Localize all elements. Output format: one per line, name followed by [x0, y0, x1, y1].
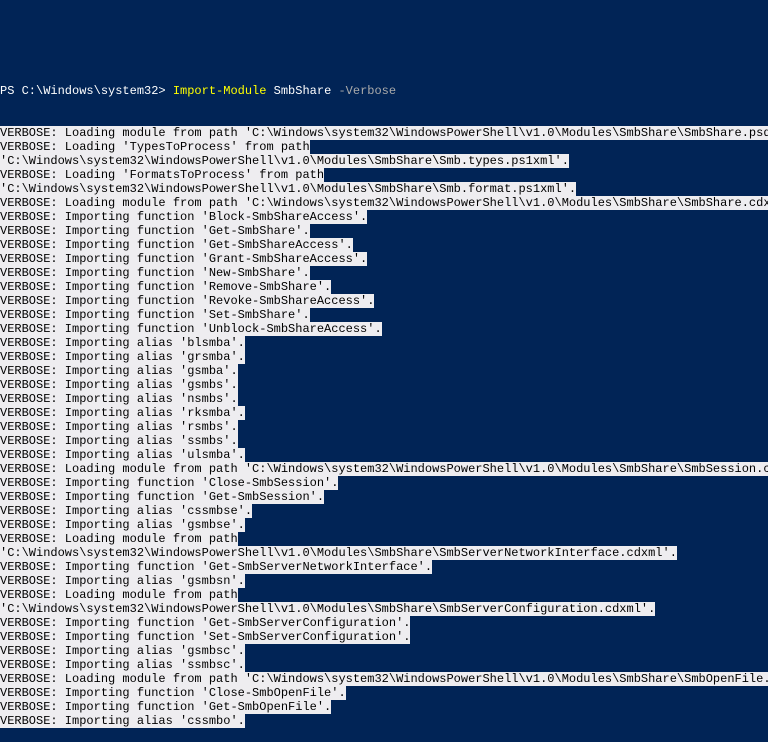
- verbose-text: VERBOSE: Importing alias 'ulsmba'.: [0, 448, 245, 462]
- verbose-line: VERBOSE: Loading module from path: [0, 532, 768, 546]
- verbose-line: VERBOSE: Loading module from path 'C:\Wi…: [0, 196, 768, 210]
- verbose-line: VERBOSE: Importing function 'Close-SmbSe…: [0, 476, 768, 490]
- verbose-line: VERBOSE: Importing alias 'grsmba'.: [0, 350, 768, 364]
- verbose-line: VERBOSE: Importing function 'Close-SmbOp…: [0, 686, 768, 700]
- verbose-text: VERBOSE: Importing alias 'ssmbs'.: [0, 434, 238, 448]
- verbose-text: VERBOSE: Importing alias 'ssmbsc'.: [0, 658, 245, 672]
- verbose-line: 'C:\Windows\system32\WindowsPowerShell\v…: [0, 154, 768, 168]
- verbose-line: VERBOSE: Importing alias 'ulsmba'.: [0, 448, 768, 462]
- prompt-path: PS C:\Windows\system32>: [0, 84, 173, 98]
- verbose-line: VERBOSE: Importing function 'Get-SmbOpen…: [0, 700, 768, 714]
- cmdlet: Import-Module: [173, 84, 267, 98]
- verbose-text: VERBOSE: Importing function 'Get-SmbSess…: [0, 490, 324, 504]
- verbose-line: VERBOSE: Importing alias 'gsmba'.: [0, 364, 768, 378]
- verbose-line: VERBOSE: Importing alias 'blsmba'.: [0, 336, 768, 350]
- verbose-line: VERBOSE: Importing function 'Get-SmbServ…: [0, 616, 768, 630]
- verbose-line: VERBOSE: Importing alias 'ssmbs'.: [0, 434, 768, 448]
- verbose-text: VERBOSE: Importing function 'Close-SmbOp…: [0, 686, 346, 700]
- verbose-line: VERBOSE: Importing function 'Set-SmbServ…: [0, 630, 768, 644]
- verbose-text: VERBOSE: Importing alias 'gsmbsc'.: [0, 644, 245, 658]
- verbose-line: VERBOSE: Loading module from path 'C:\Wi…: [0, 672, 768, 686]
- verbose-line: VERBOSE: Importing alias 'cssmbo'.: [0, 714, 768, 728]
- verbose-line: VERBOSE: Importing alias 'gsmbsn'.: [0, 574, 768, 588]
- verbose-text: 'C:\Windows\system32\WindowsPowerShell\v…: [0, 182, 576, 196]
- verbose-text: VERBOSE: Importing alias 'grsmba'.: [0, 350, 245, 364]
- verbose-text: VERBOSE: Importing function 'Set-SmbServ…: [0, 630, 410, 644]
- verbose-line: VERBOSE: Importing alias 'gsmbsc'.: [0, 644, 768, 658]
- verbose-text: VERBOSE: Importing alias 'rsmbs'.: [0, 420, 238, 434]
- verbose-text: VERBOSE: Importing function 'Remove-SmbS…: [0, 280, 331, 294]
- verbose-text: VERBOSE: Importing function 'Get-SmbOpen…: [0, 700, 331, 714]
- verbose-text: 'C:\Windows\system32\WindowsPowerShell\v…: [0, 602, 655, 616]
- verbose-text: VERBOSE: Importing alias 'gsmbs'.: [0, 378, 238, 392]
- verbose-text: VERBOSE: Loading module from path 'C:\Wi…: [0, 672, 768, 686]
- verbose-text: VERBOSE: Importing function 'New-SmbShar…: [0, 266, 310, 280]
- verbose-line: VERBOSE: Importing function 'Unblock-Smb…: [0, 322, 768, 336]
- space2: [331, 84, 338, 98]
- verbose-line: VERBOSE: Importing alias 'gsmbse'.: [0, 518, 768, 532]
- verbose-text: VERBOSE: Importing function 'Close-SmbSe…: [0, 476, 338, 490]
- verbose-line: 'C:\Windows\system32\WindowsPowerShell\v…: [0, 182, 768, 196]
- verbose-line: VERBOSE: Importing function 'New-SmbShar…: [0, 266, 768, 280]
- verbose-line: 'C:\Windows\system32\WindowsPowerShell\v…: [0, 602, 768, 616]
- verbose-line: VERBOSE: Loading 'TypesToProcess' from p…: [0, 140, 768, 154]
- verbose-line: VERBOSE: Loading module from path 'C:\Wi…: [0, 462, 768, 476]
- verbose-text: VERBOSE: Importing function 'Block-SmbSh…: [0, 210, 367, 224]
- verbose-text: VERBOSE: Importing alias 'cssmbo'.: [0, 714, 245, 728]
- verbose-text: 'C:\Windows\system32\WindowsPowerShell\v…: [0, 546, 677, 560]
- verbose-line: VERBOSE: Importing alias 'cssmbse'.: [0, 504, 768, 518]
- powershell-terminal[interactable]: PS C:\Windows\system32> Import-Module Sm…: [0, 56, 768, 648]
- verbose-text: VERBOSE: Importing function 'Grant-SmbSh…: [0, 252, 367, 266]
- verbose-line: VERBOSE: Importing function 'Set-SmbShar…: [0, 308, 768, 322]
- verbose-line: VERBOSE: Importing alias 'gsmbs'.: [0, 378, 768, 392]
- verbose-line: VERBOSE: Loading module from path 'C:\Wi…: [0, 126, 768, 140]
- verbose-text: VERBOSE: Importing function 'Unblock-Smb…: [0, 322, 382, 336]
- verbose-text: VERBOSE: Loading module from path 'C:\Wi…: [0, 462, 768, 476]
- verbose-text: VERBOSE: Loading module from path 'C:\Wi…: [0, 196, 768, 210]
- verbose-text: VERBOSE: Loading 'TypesToProcess' from p…: [0, 140, 310, 154]
- verbose-line: VERBOSE: Importing function 'Block-SmbSh…: [0, 210, 768, 224]
- verbose-output: VERBOSE: Loading module from path 'C:\Wi…: [0, 126, 768, 728]
- verbose-text: VERBOSE: Importing alias 'gsmbse'.: [0, 518, 245, 532]
- verbose-text: VERBOSE: Importing function 'Get-SmbShar…: [0, 224, 310, 238]
- verbose-text: VERBOSE: Importing function 'Revoke-SmbS…: [0, 294, 374, 308]
- verbose-line: VERBOSE: Importing alias 'rksmba'.: [0, 406, 768, 420]
- verbose-text: VERBOSE: Loading 'FormatsToProcess' from…: [0, 168, 324, 182]
- verbose-text: VERBOSE: Loading module from path 'C:\Wi…: [0, 126, 768, 140]
- verbose-text: VERBOSE: Importing function 'Get-SmbServ…: [0, 616, 410, 630]
- verbose-line: 'C:\Windows\system32\WindowsPowerShell\v…: [0, 546, 768, 560]
- verbose-line: VERBOSE: Importing function 'Grant-SmbSh…: [0, 252, 768, 266]
- verbose-line: VERBOSE: Importing function 'Get-SmbShar…: [0, 224, 768, 238]
- verbose-text: VERBOSE: Importing alias 'cssmbse'.: [0, 504, 252, 518]
- verbose-line: VERBOSE: Loading 'FormatsToProcess' from…: [0, 168, 768, 182]
- verbose-line: VERBOSE: Loading module from path: [0, 588, 768, 602]
- verbose-text: VERBOSE: Loading module from path: [0, 588, 238, 602]
- verbose-text: VERBOSE: Importing function 'Set-SmbShar…: [0, 308, 310, 322]
- verbose-text: VERBOSE: Importing alias 'rksmba'.: [0, 406, 245, 420]
- verbose-line: VERBOSE: Importing function 'Get-SmbSess…: [0, 490, 768, 504]
- verbose-line: VERBOSE: Importing alias 'rsmbs'.: [0, 420, 768, 434]
- verbose-text: 'C:\Windows\system32\WindowsPowerShell\v…: [0, 154, 569, 168]
- verbose-text: VERBOSE: Importing alias 'gsmbsn'.: [0, 574, 245, 588]
- verbose-line: VERBOSE: Importing function 'Revoke-SmbS…: [0, 294, 768, 308]
- command-line: PS C:\Windows\system32> Import-Module Sm…: [0, 84, 768, 98]
- verbose-text: VERBOSE: Importing alias 'blsmba'.: [0, 336, 245, 350]
- verbose-text: VERBOSE: Importing alias 'nsmbs'.: [0, 392, 238, 406]
- verbose-text: VERBOSE: Importing function 'Get-SmbShar…: [0, 238, 353, 252]
- verbose-line: VERBOSE: Importing function 'Get-SmbServ…: [0, 560, 768, 574]
- verbose-line: VERBOSE: Importing alias 'nsmbs'.: [0, 392, 768, 406]
- verbose-line: VERBOSE: Importing alias 'ssmbsc'.: [0, 658, 768, 672]
- cmdlet-flag: -Verbose: [338, 84, 396, 98]
- space: [266, 84, 273, 98]
- verbose-line: VERBOSE: Importing function 'Remove-SmbS…: [0, 280, 768, 294]
- cmdlet-arg: SmbShare: [274, 84, 332, 98]
- verbose-text: VERBOSE: Loading module from path: [0, 532, 238, 546]
- verbose-text: VERBOSE: Importing function 'Get-SmbServ…: [0, 560, 432, 574]
- verbose-line: VERBOSE: Importing function 'Get-SmbShar…: [0, 238, 768, 252]
- verbose-text: VERBOSE: Importing alias 'gsmba'.: [0, 364, 238, 378]
